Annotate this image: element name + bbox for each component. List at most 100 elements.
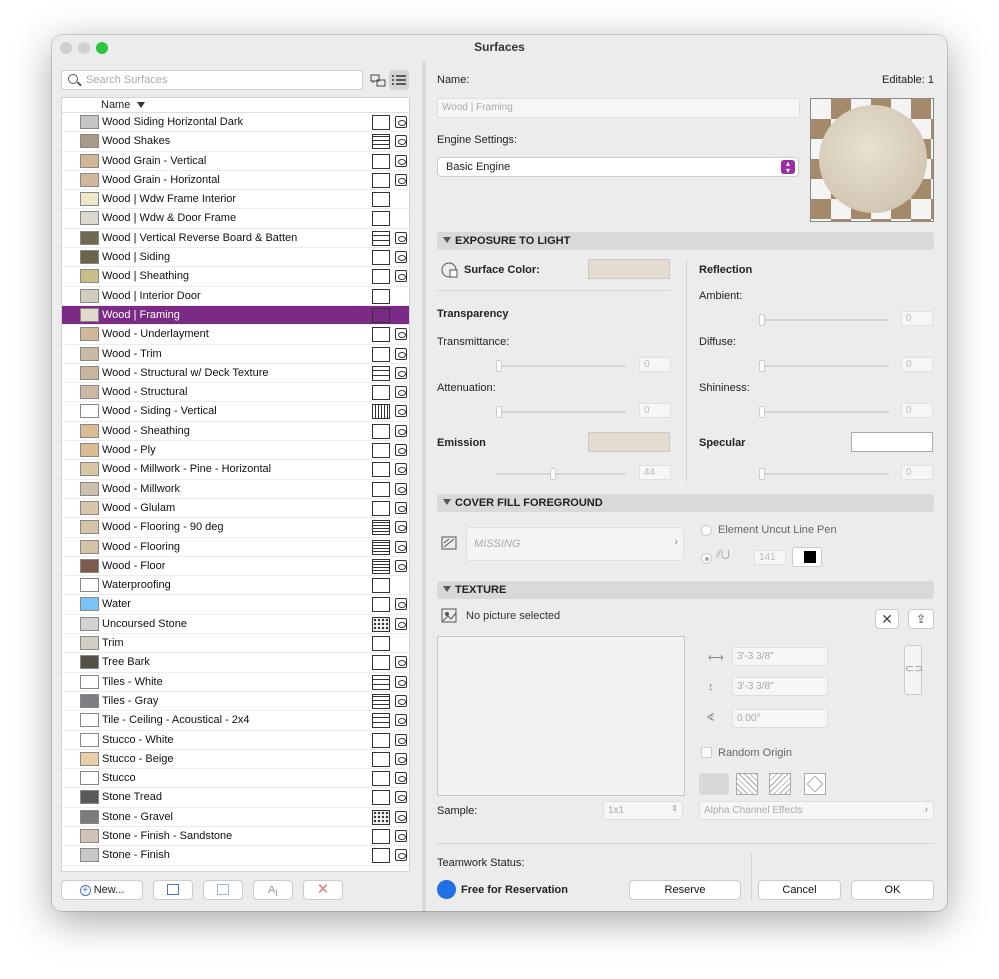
list-item[interactable]: Wood - Flooring - 90 deg: [62, 518, 409, 538]
browse-texture-button[interactable]: ⇪: [908, 609, 934, 629]
folder-view-button[interactable]: [368, 70, 388, 90]
diffuse-value[interactable]: 0: [901, 357, 933, 372]
ambient-slider[interactable]: [759, 314, 889, 326]
name-column-header[interactable]: Name: [101, 99, 130, 111]
list-item[interactable]: Trim: [62, 634, 409, 654]
list-item[interactable]: Waterproofing: [62, 576, 409, 596]
slider-knob[interactable]: [759, 468, 765, 480]
ok-button[interactable]: OK: [851, 880, 934, 900]
list-item[interactable]: Wood - Siding - Vertical: [62, 402, 409, 422]
slider-knob[interactable]: [496, 360, 502, 372]
emission-value[interactable]: 44: [639, 465, 671, 480]
list-item[interactable]: Wood | Wdw & Door Frame: [62, 209, 409, 229]
new-surface-button[interactable]: + New...: [61, 880, 143, 900]
list-header[interactable]: Name: [62, 98, 409, 113]
slider-knob[interactable]: [759, 314, 765, 326]
list-item[interactable]: Wood - Sheathing: [62, 422, 409, 442]
list-item[interactable]: Stucco - Beige: [62, 750, 409, 770]
transmittance-slider[interactable]: [496, 360, 626, 372]
list-item[interactable]: Wood - Structural w/ Deck Texture: [62, 364, 409, 384]
texture-mapping-diag1-button[interactable]: [736, 773, 758, 795]
name-field[interactable]: Wood | Framing: [437, 98, 800, 118]
pen-number[interactable]: 141: [754, 550, 786, 565]
sample-select[interactable]: 1x1 ⇕: [603, 801, 683, 820]
attenuation-value[interactable]: 0: [639, 403, 671, 418]
list-item[interactable]: Tree Bark: [62, 653, 409, 673]
list-item[interactable]: Wood Shakes: [62, 132, 409, 152]
import-button[interactable]: [203, 880, 243, 900]
ambient-value[interactable]: 0: [901, 311, 933, 326]
list-item[interactable]: Wood | Wdw Frame Interior: [62, 190, 409, 210]
close-button[interactable]: [60, 42, 72, 54]
list-item[interactable]: Wood - Millwork: [62, 480, 409, 499]
list-item[interactable]: Stucco: [62, 769, 409, 789]
list-view-button[interactable]: [389, 70, 409, 90]
slider-knob[interactable]: [759, 360, 765, 372]
minimize-button[interactable]: [78, 42, 90, 54]
shininess-slider[interactable]: [759, 406, 889, 418]
clear-texture-button[interactable]: ✕: [875, 609, 899, 629]
list-item[interactable]: Wood - Trim: [62, 345, 409, 364]
list-item[interactable]: Wood Siding Horizontal Dark: [62, 113, 409, 133]
list-item[interactable]: Stucco - White: [62, 731, 409, 750]
random-origin-checkbox[interactable]: [701, 747, 712, 758]
list-item[interactable]: Uncoursed Stone: [62, 615, 409, 635]
specular-value[interactable]: 0: [901, 465, 933, 480]
list-item[interactable]: Wood | Siding: [62, 248, 409, 268]
list-item[interactable]: Wood - Structural: [62, 383, 409, 403]
list-item[interactable]: Tiles - Gray: [62, 692, 409, 712]
list-item[interactable]: Wood | Vertical Reverse Board & Batten: [62, 229, 409, 249]
shininess-value[interactable]: 0: [901, 403, 933, 418]
list-item[interactable]: Stone Tread: [62, 788, 409, 808]
attenuation-slider[interactable]: [496, 406, 626, 418]
cancel-button[interactable]: Cancel: [758, 880, 841, 900]
list-item[interactable]: Stone - Gravel: [62, 808, 409, 827]
texture-height-field[interactable]: 3'-3 3/8": [732, 677, 828, 696]
specular-color-swatch[interactable]: [851, 432, 933, 452]
alpha-channel-button[interactable]: Alpha Channel Effects ›: [699, 801, 934, 820]
emission-slider[interactable]: [496, 468, 626, 480]
surfaces-list[interactable]: Name Wood Siding Horizontal Dark Wood Sha…: [61, 97, 410, 872]
list-item[interactable]: Wood - Flooring: [62, 538, 409, 557]
list-item[interactable]: Wood - Glulam: [62, 499, 409, 519]
exposure-section-header[interactable]: EXPOSURE TO LIGHT: [437, 232, 934, 250]
pen-color-button[interactable]: [792, 547, 822, 567]
texture-mapping-diag2-button[interactable]: [769, 773, 791, 795]
list-item[interactable]: Wood - Ply: [62, 441, 409, 461]
list-item[interactable]: Tile - Ceiling - Acoustical - 2x4: [62, 711, 409, 731]
engine-select[interactable]: Basic Engine ▴ ▾: [437, 157, 799, 177]
texture-mapping-flat-button[interactable]: [699, 773, 729, 795]
list-item[interactable]: Wood | Framing: [62, 305, 409, 326]
reserve-button[interactable]: Reserve: [629, 880, 741, 900]
list-item[interactable]: Wood Grain - Vertical: [62, 152, 409, 171]
list-item[interactable]: Wood - Floor: [62, 557, 409, 577]
slider-knob[interactable]: [759, 406, 765, 418]
custom-pen-radio[interactable]: [701, 553, 712, 564]
search-input[interactable]: Search Surfaces: [61, 70, 363, 90]
emission-color-swatch[interactable]: [588, 432, 670, 452]
texture-angle-field[interactable]: 0.00°: [732, 709, 828, 728]
link-proportions-button[interactable]: ⊂⊃: [904, 645, 923, 695]
surface-color-swatch[interactable]: [588, 259, 670, 279]
list-item[interactable]: Wood | Sheathing: [62, 267, 409, 287]
texture-width-field[interactable]: 3'-3 3/8": [732, 647, 828, 666]
zoom-button[interactable]: [96, 42, 108, 54]
diffuse-slider[interactable]: [759, 360, 889, 372]
specular-slider[interactable]: [759, 468, 889, 480]
cover-fill-picker[interactable]: MISSING ›: [466, 527, 684, 561]
list-item[interactable]: Water: [62, 595, 409, 615]
texture-section-header[interactable]: TEXTURE: [437, 581, 934, 599]
list-item[interactable]: Wood - Millwork - Pine - Horizontal: [62, 460, 409, 480]
texture-mapping-diamond-button[interactable]: [804, 773, 826, 795]
duplicate-button[interactable]: [153, 880, 193, 900]
uncut-pen-radio[interactable]: [701, 525, 712, 536]
transmittance-value[interactable]: 0: [639, 357, 671, 372]
rename-button[interactable]: AI: [253, 880, 293, 900]
list-item[interactable]: Wood - Underlayment: [62, 325, 409, 345]
delete-button[interactable]: ✕: [303, 880, 343, 900]
list-item[interactable]: Stone - Finish: [62, 846, 409, 866]
slider-knob[interactable]: [550, 468, 556, 480]
list-item[interactable]: Tiles - White: [62, 673, 409, 692]
cover-fill-section-header[interactable]: COVER FILL FOREGROUND: [437, 494, 934, 512]
list-item[interactable]: Wood Grain - Horizontal: [62, 171, 409, 191]
